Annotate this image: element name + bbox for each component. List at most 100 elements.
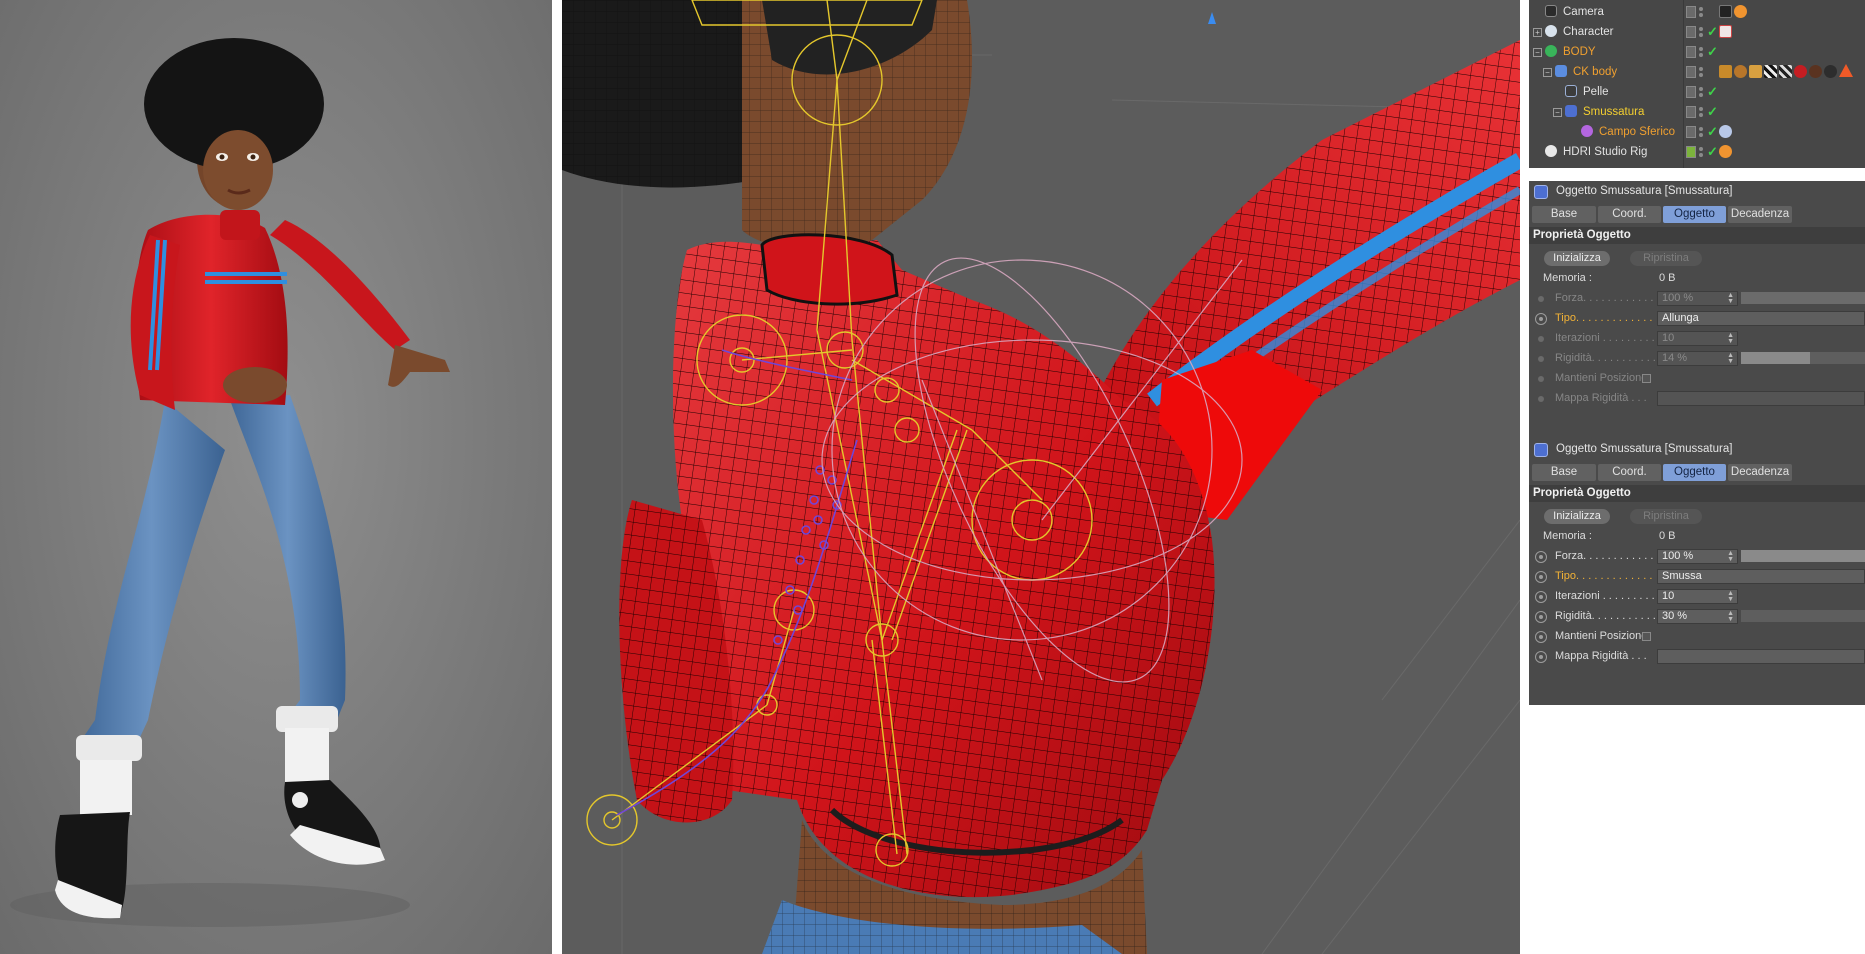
object-row-campo-sferico[interactable]: Campo Sferico ✓	[1529, 122, 1865, 142]
tag-icon[interactable]	[1749, 65, 1762, 78]
target-tag-icon[interactable]	[1719, 5, 1732, 18]
tipo-dropdown[interactable]: Smussa	[1657, 569, 1865, 584]
stepper-arrows-icon[interactable]: ▲ ▼	[1727, 550, 1734, 563]
tree-collapse-icon[interactable]: −	[1543, 68, 1552, 77]
layer-color-swatch[interactable]	[1686, 26, 1696, 38]
stepper-arrows-icon[interactable]: ▲ ▼	[1727, 292, 1734, 305]
stepper-arrows-icon[interactable]: ▲ ▼	[1727, 352, 1734, 365]
layer-color-swatch[interactable]	[1686, 126, 1696, 138]
animation-radio-icon[interactable]	[1538, 296, 1544, 302]
reset-button[interactable]: Ripristina	[1630, 251, 1702, 266]
ik-tag-icon[interactable]	[1734, 65, 1747, 78]
layer-color-swatch[interactable]	[1686, 46, 1696, 58]
initialize-button[interactable]: Inizializza	[1544, 509, 1610, 524]
reset-button[interactable]: Ripristina	[1630, 509, 1702, 524]
layer-color-swatch[interactable]	[1686, 86, 1696, 98]
object-row-character[interactable]: + Character ✓	[1529, 22, 1865, 42]
visibility-dots[interactable]	[1699, 26, 1703, 38]
tipo-dropdown[interactable]: Allunga	[1657, 311, 1865, 326]
tree-collapse-icon[interactable]: −	[1553, 108, 1562, 117]
off-tag-icon[interactable]	[1719, 145, 1732, 158]
enabled-check-icon[interactable]: ✓	[1707, 105, 1718, 118]
animation-radio-icon[interactable]	[1535, 651, 1547, 663]
tab-oggetto[interactable]: Oggetto	[1663, 206, 1726, 223]
forza-slider[interactable]	[1741, 292, 1865, 304]
forza-value: 100 %	[1662, 550, 1694, 562]
iterazioni-field[interactable]: 10 ▲ ▼	[1657, 331, 1738, 346]
stepper-arrows-icon[interactable]: ▲ ▼	[1727, 332, 1734, 345]
animation-radio-icon[interactable]	[1535, 551, 1547, 563]
initialize-button[interactable]: Inizializza	[1544, 251, 1610, 266]
visibility-dots[interactable]	[1699, 46, 1703, 58]
forza-row: Forza. . . . . . . . . . . . . 100 % ▲ ▼	[1529, 290, 1865, 308]
tree-expand-icon[interactable]: +	[1533, 28, 1542, 37]
off-tag-icon[interactable]	[1734, 5, 1747, 18]
forza-field[interactable]: 100 % ▲ ▼	[1657, 549, 1738, 564]
forza-slider[interactable]	[1741, 550, 1865, 562]
checker-material-icon[interactable]	[1779, 65, 1792, 78]
tab-oggetto[interactable]: Oggetto	[1663, 464, 1726, 481]
stepper-arrows-icon[interactable]: ▲ ▼	[1727, 590, 1734, 603]
enabled-check-icon[interactable]: ✓	[1707, 25, 1718, 38]
object-row-body[interactable]: − BODY ✓	[1529, 42, 1865, 62]
animation-radio-icon[interactable]	[1538, 336, 1544, 342]
animation-radio-icon[interactable]	[1535, 313, 1547, 325]
animation-radio-icon[interactable]	[1538, 396, 1544, 402]
object-row-ck-body[interactable]: − CK body	[1529, 62, 1865, 82]
warning-tag-icon[interactable]	[1839, 64, 1853, 77]
field-tag-icon[interactable]	[1719, 125, 1732, 138]
3d-viewport[interactable]	[562, 0, 1520, 954]
enabled-check-icon[interactable]: ✓	[1707, 45, 1718, 58]
animation-radio-icon[interactable]	[1538, 356, 1544, 362]
mappa-link-field[interactable]	[1657, 391, 1865, 406]
tab-base[interactable]: Base	[1532, 464, 1596, 481]
animation-radio-icon[interactable]	[1535, 631, 1547, 643]
visibility-dots[interactable]	[1699, 6, 1703, 18]
checker-material-icon[interactable]	[1764, 65, 1777, 78]
stepper-arrows-icon[interactable]: ▲ ▼	[1727, 610, 1734, 623]
skin-material-icon[interactable]	[1809, 65, 1822, 78]
rigidita-field[interactable]: 30 % ▲ ▼	[1657, 609, 1738, 624]
hair-material-icon[interactable]	[1824, 65, 1837, 78]
tab-coord[interactable]: Coord.	[1598, 464, 1661, 481]
rigidita-field[interactable]: 14 % ▲ ▼	[1657, 351, 1738, 366]
mantieni-checkbox[interactable]	[1642, 632, 1651, 641]
mantieni-checkbox[interactable]	[1642, 374, 1651, 383]
enabled-check-icon[interactable]: ✓	[1707, 145, 1718, 158]
mappa-link-field[interactable]	[1657, 649, 1865, 664]
enabled-check-icon[interactable]: ✓	[1707, 125, 1718, 138]
object-row-camera[interactable]: Camera	[1529, 2, 1865, 22]
rigidita-slider[interactable]	[1741, 610, 1865, 622]
object-row-hdri-studio-rig[interactable]: HDRI Studio Rig ✓	[1529, 142, 1865, 162]
object-row-smussatura[interactable]: − Smussatura ✓	[1529, 102, 1865, 122]
tab-coord[interactable]: Coord.	[1598, 206, 1661, 223]
tab-decadenza[interactable]: Decadenza	[1728, 206, 1792, 223]
object-manager: Camera + Character ✓ − BODY ✓ − CK body …	[1529, 0, 1865, 168]
enabled-check-icon[interactable]: ✓	[1707, 85, 1718, 98]
forza-field[interactable]: 100 % ▲ ▼	[1657, 291, 1738, 306]
camera-icon	[1545, 5, 1557, 17]
weight-tag-icon[interactable]	[1719, 65, 1732, 78]
tab-base[interactable]: Base	[1532, 206, 1596, 223]
animation-radio-icon[interactable]	[1535, 591, 1547, 603]
animation-radio-icon[interactable]	[1535, 571, 1547, 583]
layer-color-swatch[interactable]	[1686, 146, 1696, 158]
visibility-dots[interactable]	[1699, 66, 1703, 78]
animation-radio-icon[interactable]	[1535, 611, 1547, 623]
animation-radio-icon[interactable]	[1538, 376, 1544, 382]
visibility-dots[interactable]	[1699, 146, 1703, 158]
visibility-dots[interactable]	[1699, 126, 1703, 138]
tab-decadenza[interactable]: Decadenza	[1728, 464, 1792, 481]
layer-color-swatch[interactable]	[1686, 6, 1696, 18]
visibility-dots[interactable]	[1699, 86, 1703, 98]
tree-collapse-icon[interactable]: −	[1533, 48, 1542, 57]
object-row-pelle[interactable]: Pelle ✓	[1529, 82, 1865, 102]
iterazioni-field[interactable]: 10 ▲ ▼	[1657, 589, 1738, 604]
layer-color-swatch[interactable]	[1686, 66, 1696, 78]
visibility-dots[interactable]	[1699, 106, 1703, 118]
rigidita-row: Rigidità. . . . . . . . . . . 30 % ▲ ▼	[1529, 608, 1865, 626]
red-material-icon[interactable]	[1794, 65, 1807, 78]
layer-color-swatch[interactable]	[1686, 106, 1696, 118]
rigidita-slider[interactable]	[1741, 352, 1865, 364]
character-tag-icon[interactable]	[1719, 25, 1732, 38]
